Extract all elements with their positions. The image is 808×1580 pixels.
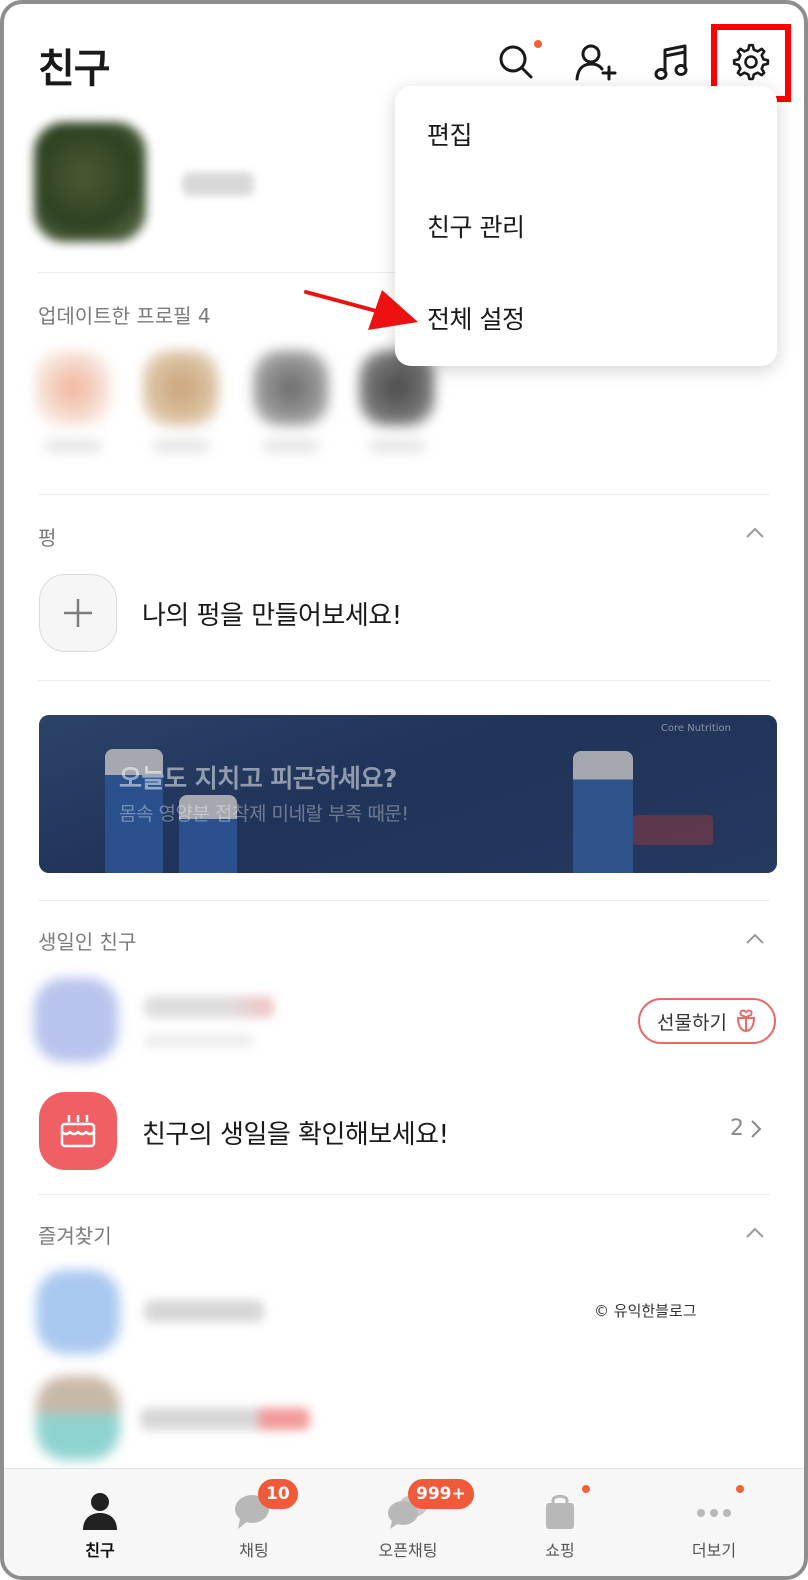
ad-banner[interactable]: 오늘도 지치고 피곤하세요? 몸속 영양분 접착제 미네랄 부족 때문! Cor… xyxy=(39,715,777,873)
add-friend-icon xyxy=(575,44,617,81)
create-pung-button[interactable] xyxy=(39,574,117,652)
chevron-up-icon[interactable] xyxy=(744,1222,766,1244)
menu-item-manage-friends[interactable]: 친구 관리 xyxy=(427,208,525,244)
tab-open-chat[interactable]: 999+ 오픈채팅 xyxy=(348,1469,474,1576)
pung-label: 펑 xyxy=(38,526,57,550)
menu-item-edit[interactable]: 편집 xyxy=(427,116,473,152)
tab-label: 더보기 xyxy=(691,1541,737,1560)
divider xyxy=(38,680,770,681)
tab-label: 채팅 xyxy=(239,1541,269,1560)
watermark: © 유익한블로그 xyxy=(594,1302,697,1320)
plus-icon xyxy=(64,599,92,627)
chevron-right-icon xyxy=(751,1119,762,1138)
music-button[interactable] xyxy=(648,38,696,86)
unread-badge: 999+ xyxy=(408,1479,474,1509)
tab-label: 친구 xyxy=(85,1541,115,1560)
cake-icon xyxy=(60,1115,96,1148)
tab-friends[interactable]: 친구 xyxy=(40,1469,160,1576)
bottom-tab-bar: 친구 10 채팅 999+ 오픈채팅 쇼핑 더보기 xyxy=(4,1468,804,1576)
banner-subline: 몸속 영양분 접착제 미네랄 부족 때문! xyxy=(119,803,409,825)
page-title: 친구 xyxy=(38,46,111,92)
my-profile-avatar[interactable] xyxy=(34,122,146,242)
chevron-up-icon[interactable] xyxy=(744,522,766,544)
my-profile-name xyxy=(182,172,254,196)
gift-button-label: 선물하기 xyxy=(657,1011,727,1034)
tab-label: 쇼핑 xyxy=(545,1541,575,1560)
music-note-icon xyxy=(654,44,688,80)
app-screen: 친구 업데이트한 프로필 4 펑 나의 펑을 만들어보세요! 오늘도 지치고 피… xyxy=(0,0,808,1580)
birthday-friend-status xyxy=(144,1034,254,1048)
favorite-friend-name xyxy=(140,1408,310,1430)
birthday-cta-text[interactable]: 친구의 생일을 확인해보세요! xyxy=(142,1114,449,1151)
unread-badge: 10 xyxy=(258,1479,298,1509)
favorites-label: 즐겨찾기 xyxy=(38,1224,112,1248)
settings-dropdown-menu: 편집 친구 관리 전체 설정 xyxy=(395,86,777,366)
shopping-bag-icon xyxy=(546,1494,574,1529)
favorite-friend-avatar[interactable] xyxy=(36,1270,120,1354)
favorite-friend-name xyxy=(144,1300,264,1322)
new-dot xyxy=(736,1485,744,1493)
tab-chats[interactable]: 10 채팅 xyxy=(194,1469,314,1576)
divider xyxy=(38,1194,770,1195)
gift-icon xyxy=(736,1009,755,1033)
favorite-friend-avatar[interactable] xyxy=(36,1376,120,1460)
search-icon xyxy=(499,45,533,79)
add-friend-button[interactable] xyxy=(572,38,620,86)
annotation-arrow xyxy=(304,290,418,330)
person-icon xyxy=(83,1493,117,1530)
tab-shopping[interactable]: 쇼핑 xyxy=(500,1469,620,1576)
birthday-check-tile[interactable] xyxy=(39,1092,117,1170)
updated-profiles-label: 업데이트한 프로필 4 xyxy=(38,304,211,328)
divider xyxy=(38,900,770,901)
birthday-friend-avatar[interactable] xyxy=(34,978,118,1062)
birthday-friend-name xyxy=(144,996,274,1018)
menu-item-all-settings[interactable]: 전체 설정 xyxy=(427,300,525,336)
chevron-up-icon[interactable] xyxy=(744,928,766,950)
new-dot xyxy=(534,40,542,48)
updated-profile-item[interactable] xyxy=(138,340,224,466)
banner-headline: 오늘도 지치고 피곤하세요? xyxy=(119,764,397,793)
new-dot xyxy=(582,1485,590,1493)
birthday-count[interactable]: 2 xyxy=(730,1116,762,1141)
more-dots-icon xyxy=(697,1509,731,1517)
birthday-label: 생일인 친구 xyxy=(38,930,137,954)
search-button[interactable] xyxy=(492,38,542,86)
birthday-count-value: 2 xyxy=(730,1116,744,1141)
pung-cta-text[interactable]: 나의 펑을 만들어보세요! xyxy=(142,595,402,632)
tab-label: 오픈채팅 xyxy=(378,1541,438,1560)
updated-profile-item[interactable] xyxy=(30,340,116,466)
divider xyxy=(38,494,770,495)
gift-button[interactable]: 선물하기 xyxy=(638,998,776,1044)
tab-more[interactable]: 더보기 xyxy=(654,1469,774,1576)
updated-profile-item[interactable] xyxy=(248,340,334,466)
banner-brand: Core Nutrition xyxy=(660,723,731,734)
